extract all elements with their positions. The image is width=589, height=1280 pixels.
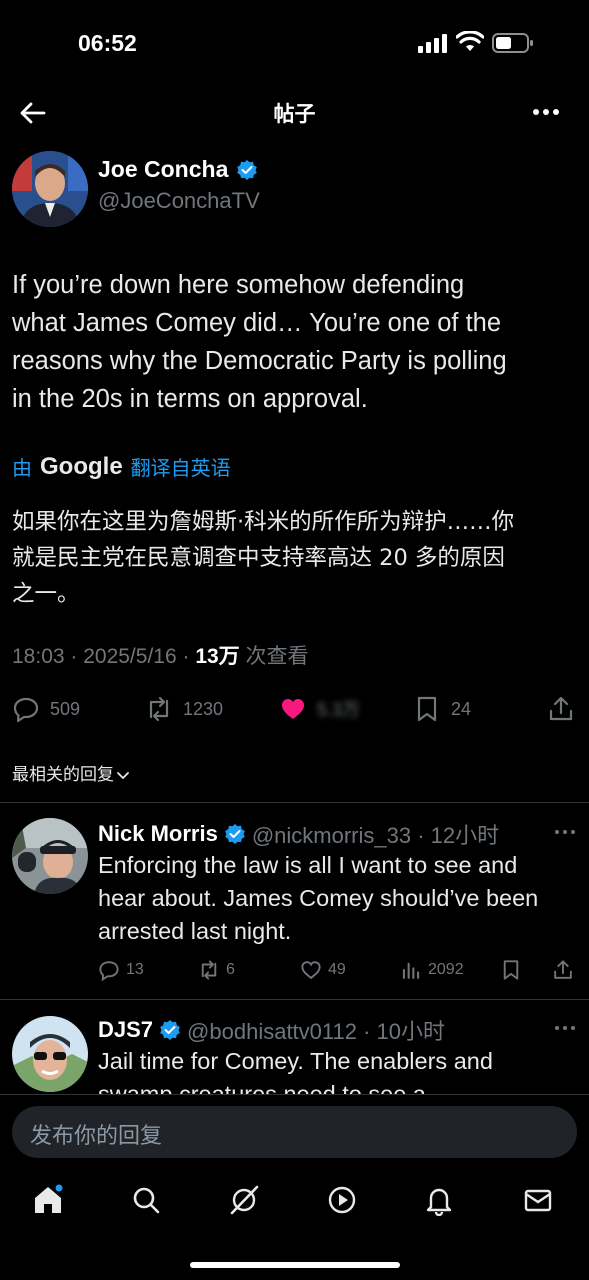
author-avatar[interactable] [12, 151, 88, 227]
retweet-count: 6 [226, 961, 235, 978]
share-icon [554, 960, 572, 979]
sort-label: 最相关的回复 [12, 765, 114, 785]
search-icon [133, 1187, 160, 1214]
reply-text: Enforcing the law is all I want to see a… [98, 849, 578, 948]
like-count: 49 [328, 961, 346, 978]
translate-suffix[interactable]: 翻译自英语 [131, 452, 231, 481]
translation-attribution[interactable]: 由 Google 翻译自英语 [12, 452, 231, 481]
tab-media[interactable] [326, 1184, 358, 1220]
like-count: 5.3万 [317, 700, 361, 720]
reply-bookmark-action[interactable] [500, 959, 522, 981]
tweet-line: reasons why the Democratic Party is poll… [12, 347, 507, 375]
verified-badge-icon [225, 824, 245, 844]
reply-share-action[interactable] [552, 959, 574, 981]
share-icon [549, 696, 573, 721]
tab-home[interactable] [32, 1184, 64, 1220]
retweet-action[interactable]: 1230 [145, 695, 223, 723]
reply-composer-input[interactable]: 发布你的回复 [12, 1106, 577, 1158]
tweet-timestamp: 18:03 · 2025/5/16 · [12, 645, 196, 668]
reply-action[interactable]: 509 [12, 695, 80, 723]
tweet-line: in the 20s in terms on approval. [12, 385, 368, 413]
divider [0, 999, 589, 1000]
home-icon [35, 1184, 63, 1213]
author-handle[interactable]: @JoeConchaTV [98, 188, 260, 214]
translation-line: 如果你在这里为詹姆斯·科米的所作所为辩护……你 [12, 509, 515, 535]
bookmark-icon [503, 960, 519, 980]
more-options-icon[interactable] [531, 100, 561, 124]
reply-views-action[interactable]: 2092 [400, 959, 464, 981]
reply-like-action[interactable]: 49 [300, 959, 346, 981]
battery-icon [492, 33, 533, 53]
reply-icon [13, 697, 39, 723]
mail-icon [524, 1189, 552, 1212]
translated-text: 如果你在这里为詹姆斯·科米的所作所为辩护……你 就是民主党在民意调查中支持率高达… [12, 504, 577, 612]
tab-grok[interactable] [228, 1184, 260, 1220]
reply-avatar[interactable] [12, 818, 88, 894]
heart-filled-icon [282, 699, 304, 719]
heart-icon [301, 961, 321, 980]
divider [0, 802, 589, 803]
play-circle-icon [328, 1186, 356, 1214]
reply-line: swamp creatures need to see a [98, 1081, 426, 1095]
verified-badge-icon [237, 159, 258, 180]
cellular-signal-icon [418, 34, 447, 53]
reply-line: hear about. James Comey should’ve been [98, 885, 539, 911]
reply-avatar[interactable] [12, 1016, 88, 1092]
view-count-label: 次查看 [239, 645, 309, 668]
verified-badge-icon [160, 1020, 180, 1040]
reply-icon [99, 961, 119, 981]
reply-line: arrested last night. [98, 918, 292, 944]
chevron-down-icon [117, 772, 129, 780]
tweet-text: If you’re down here somehow defending wh… [12, 266, 577, 418]
like-action[interactable]: 5.3万 [279, 695, 360, 723]
wifi-icon [456, 31, 484, 51]
retweet-count: 1230 [183, 698, 224, 719]
reply-line: Enforcing the law is all I want to see a… [98, 852, 518, 878]
google-logo: Google [40, 452, 123, 480]
share-action[interactable] [547, 695, 575, 723]
tab-search[interactable] [130, 1184, 162, 1220]
reply-text: Jail time for Comey. The enablers and sw… [98, 1045, 578, 1095]
retweet-icon [149, 696, 169, 722]
bookmark-icon [417, 696, 437, 722]
view-count: 2092 [428, 961, 464, 978]
page-title: 帖子 [273, 102, 316, 126]
retweet-icon [201, 960, 217, 980]
grok-icon [230, 1185, 259, 1215]
reply-author-name[interactable]: DJS7 [98, 1017, 153, 1043]
reply-author-name[interactable]: Nick Morris [98, 821, 218, 847]
composer-placeholder: 发布你的回复 [30, 1124, 163, 1149]
status-time: 06:52 [78, 30, 137, 56]
tab-notifications[interactable] [423, 1184, 455, 1220]
bell-icon [426, 1188, 452, 1217]
translation-line: 之一。 [12, 581, 80, 607]
reply-retweet-action[interactable]: 6 [198, 959, 235, 981]
reply-more-icon[interactable] [554, 828, 576, 836]
reply-header[interactable]: DJS7 @bodhisattv0112 · 10小时 [98, 1014, 445, 1046]
reply-header[interactable]: Nick Morris @nickmorris_33 · 12小时 [98, 818, 499, 850]
tweet-line: what James Comey did… You’re one of the [12, 309, 502, 337]
bookmark-count: 24 [451, 698, 472, 719]
view-count[interactable]: 13万 [195, 645, 239, 668]
analytics-icon [402, 962, 420, 979]
author-name[interactable]: Joe Concha [98, 156, 228, 183]
tweet-line: If you’re down here somehow defending [12, 271, 465, 299]
tweet-meta: 18:03 · 2025/5/16 · 13万 次查看 [12, 640, 309, 670]
home-indicator [190, 1262, 400, 1268]
reply-line: Jail time for Comey. The enablers and [98, 1048, 493, 1074]
translate-prefix: 由 [12, 456, 32, 480]
reply-handle-time[interactable]: @bodhisattv0112 · 10小时 [187, 1014, 445, 1046]
bookmark-action[interactable]: 24 [413, 695, 471, 723]
author-name-row[interactable]: Joe Concha [98, 156, 258, 183]
translation-line: 就是民主党在民意调查中支持率高达 20 多的原因 [12, 545, 505, 571]
reply-count: 13 [126, 961, 144, 978]
reply-reply-action[interactable]: 13 [98, 959, 144, 981]
tab-messages[interactable] [522, 1184, 554, 1220]
reply-count: 509 [50, 698, 81, 719]
divider [0, 1094, 589, 1095]
reply-sort-dropdown[interactable]: 最相关的回复 [12, 760, 130, 785]
reply-handle-time[interactable]: @nickmorris_33 · 12小时 [252, 818, 499, 850]
reply-more-icon[interactable] [554, 1024, 576, 1032]
